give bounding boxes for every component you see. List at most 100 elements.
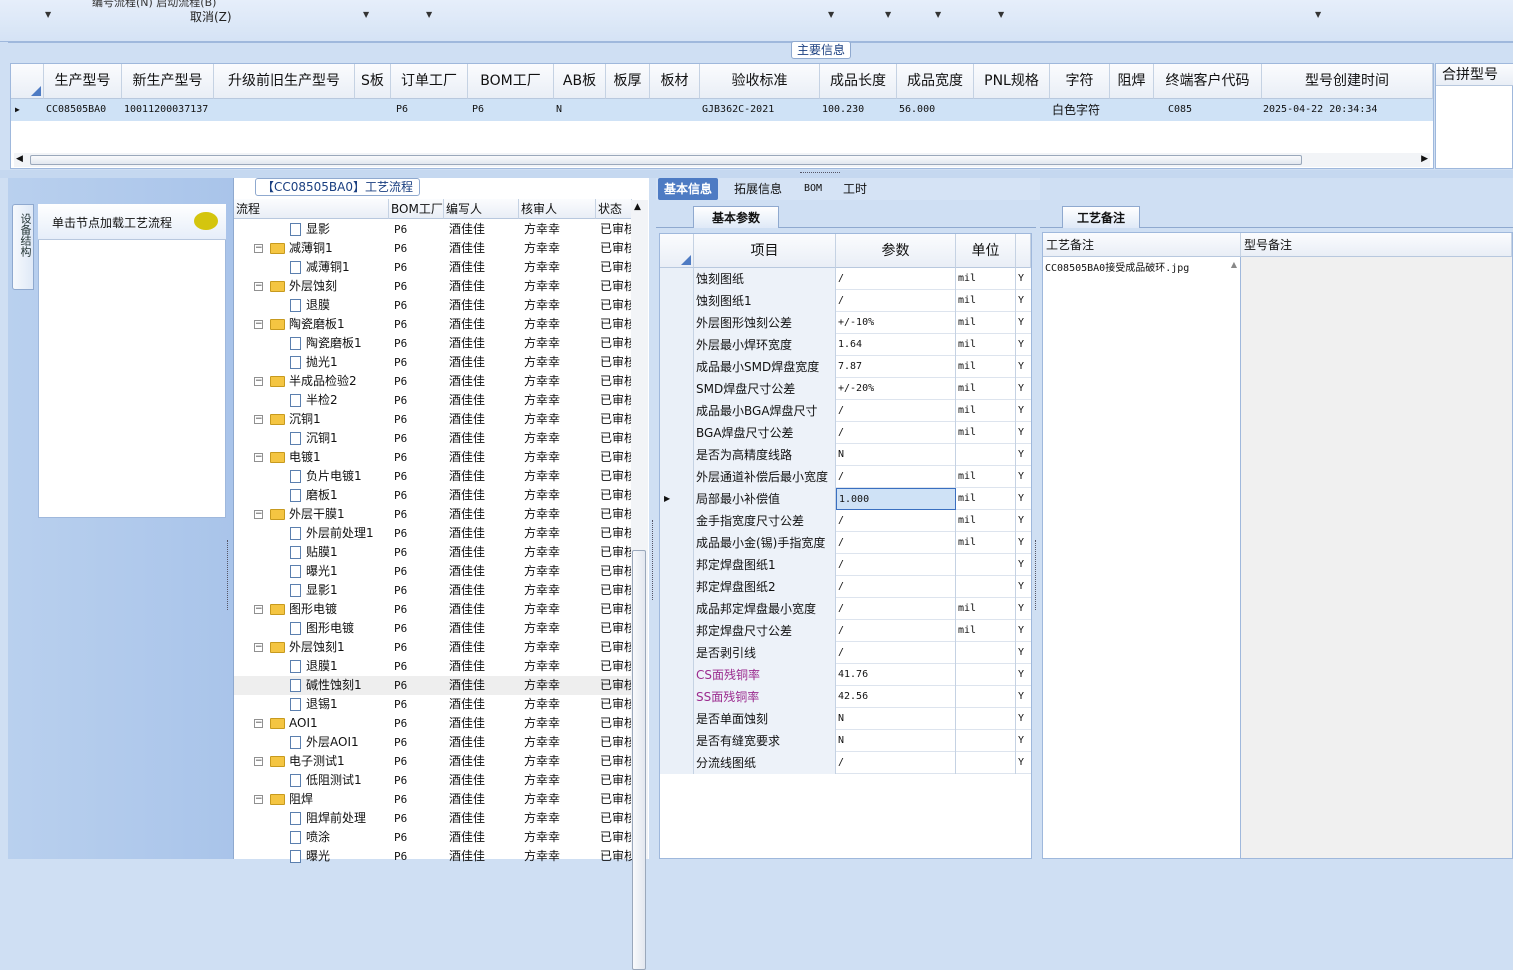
table-row[interactable]: − 沉铜1 P6 酒佳佳 方幸幸 已审核 [234,410,634,429]
col-header[interactable]: 型号创建时间 [1262,64,1433,99]
col-header[interactable]: 订单工厂 [391,64,468,99]
param-value[interactable]: / [836,598,956,620]
row-header[interactable] [660,510,694,532]
row-header[interactable] [660,598,694,620]
table-row[interactable]: 曝光1 P6 酒佳佳 方幸幸 已审核 [234,562,634,581]
table-row[interactable]: 是否有缝宽要求 N Y [660,730,1031,752]
table-row[interactable]: 陶瓷磨板1 P6 酒佳佳 方幸幸 已审核 [234,334,634,353]
collapse-icon[interactable]: − [254,244,263,253]
load-process-hint[interactable]: 单击节点加载工艺流程 [38,204,226,240]
param-value[interactable]: / [836,554,956,576]
grid-cell[interactable]: 56.000 [899,99,974,121]
param-value[interactable]: / [836,532,956,554]
chevron-down-icon[interactable]: ▼ [828,10,834,19]
grid-cell[interactable] [216,99,355,121]
param-value[interactable]: N [836,730,956,752]
table-row[interactable]: 抛光1 P6 酒佳佳 方幸幸 已审核 [234,353,634,372]
chevron-down-icon[interactable]: ▼ [998,10,1004,19]
collapse-icon[interactable]: − [254,377,263,386]
param-value[interactable]: / [836,400,956,422]
scroll-up-icon[interactable]: ▲ [634,202,641,212]
col-header[interactable]: 板材 [650,64,700,99]
scroll-up-icon[interactable]: ▲ [1231,260,1237,269]
remarks-grid[interactable]: 工艺备注 型号备注 CC08505BA0接受成品破环.jpg ▲ [1042,232,1513,859]
scroll-right-icon[interactable]: ▶ [1421,154,1428,164]
row-header[interactable] [660,356,694,378]
grid-cell[interactable] [1112,99,1154,121]
table-row[interactable]: 退膜 P6 酒佳佳 方幸幸 已审核 [234,296,634,315]
tab-process-remarks[interactable]: 工艺备注 [1062,206,1140,228]
row-header[interactable] [660,730,694,752]
col-header[interactable]: PNL规格 [974,64,1050,99]
splitter-grip-icon[interactable] [800,172,840,175]
tab-basic-params[interactable]: 基本参数 [693,206,779,228]
grid-cell[interactable]: P6 [472,99,554,121]
table-row[interactable]: − 电镀1 P6 酒佳佳 方幸幸 已审核 [234,448,634,467]
table-row[interactable]: SMD焊盘尺寸公差 +/-20% mil Y [660,378,1031,400]
splitter-grip-icon[interactable] [227,540,231,610]
table-row[interactable]: − AOI1 P6 酒佳佳 方幸幸 已审核 [234,714,634,733]
vertical-scrollbar[interactable]: ▲ [631,200,648,970]
col-header[interactable]: 新生产型号 [122,64,214,99]
table-row[interactable]: 显影1 P6 酒佳佳 方幸幸 已审核 [234,581,634,600]
row-header[interactable] [660,312,694,334]
table-row[interactable]: − 电子测试1 P6 酒佳佳 方幸幸 已审核 [234,752,634,771]
collapse-icon[interactable]: − [254,415,263,424]
table-row[interactable]: − 外层蚀刻1 P6 酒佳佳 方幸幸 已审核 [234,638,634,657]
param-value[interactable]: / [836,620,956,642]
table-row[interactable]: 外层最小焊环宽度 1.64 mil Y [660,334,1031,356]
grid-cell[interactable] [652,99,700,121]
row-header[interactable] [660,444,694,466]
table-row[interactable]: 外层AOI1 P6 酒佳佳 方幸幸 已审核 [234,733,634,752]
param-value[interactable]: / [836,752,956,774]
param-value[interactable]: / [836,510,956,532]
splitter-grip-icon[interactable] [1035,540,1039,610]
horizontal-splitter[interactable] [0,170,1513,178]
row-header[interactable] [660,576,694,598]
table-row[interactable]: SS面残铜率 42.56 Y [660,686,1031,708]
table-row[interactable]: − 半成品检验2 P6 酒佳佳 方幸幸 已审核 [234,372,634,391]
table-row[interactable]: 磨板1 P6 酒佳佳 方幸幸 已审核 [234,486,634,505]
table-row[interactable]: − 阻焊 P6 酒佳佳 方幸幸 已审核 [234,790,634,809]
table-row[interactable]: 阻焊前处理 P6 酒佳佳 方幸幸 已审核 [234,809,634,828]
row-header[interactable] [660,752,694,774]
table-row[interactable]: 是否剥引线 / Y [660,642,1031,664]
table-row[interactable]: 成品最小SMD焊盘宽度 7.87 mil Y [660,356,1031,378]
params-grid[interactable]: 项目 参数 单位 蚀刻图纸 / mil Y 蚀刻图纸1/mil Y 外层图形蚀刻公差 +/-1… [659,233,1032,859]
param-value[interactable]: 1.000 [836,488,956,510]
collapse-icon[interactable]: − [254,605,263,614]
row-header[interactable] [660,620,694,642]
collapse-icon[interactable]: − [254,719,263,728]
grid-cell[interactable]: 白色字符 [1052,99,1110,121]
col-header[interactable]: 成品宽度 [897,64,974,99]
table-row[interactable]: 是否单面蚀刻 N Y [660,708,1031,730]
table-row[interactable]: 碱性蚀刻1 P6 酒佳佳 方幸幸 已审核 [234,676,634,695]
row-header[interactable] [660,642,694,664]
collapse-icon[interactable]: − [254,643,263,652]
param-value[interactable]: / [836,466,956,488]
table-row[interactable]: − 图形电镀 P6 酒佳佳 方幸幸 已审核 [234,600,634,619]
merge-model-header[interactable]: 合拼型号 [1436,64,1513,86]
table-row[interactable]: 曝光 P6 酒佳佳 方幸幸 已审核 [234,847,634,866]
row-header[interactable] [660,400,694,422]
collapse-icon[interactable]: − [254,795,263,804]
param-value[interactable]: / [836,576,956,598]
col-header[interactable]: 项目 [694,234,836,268]
remark-textarea[interactable]: CC08505BA0接受成品破环.jpg ▲ [1043,257,1241,858]
row-header[interactable] [660,554,694,576]
table-row[interactable]: − 减薄铜1 P6 酒佳佳 方幸幸 已审核 [234,239,634,258]
table-row[interactable]: 外层图形蚀刻公差 +/-10% mil Y [660,312,1031,334]
row-header[interactable] [660,290,694,312]
collapse-icon[interactable]: − [254,282,263,291]
grid-cell[interactable]: N [556,99,606,121]
col-header[interactable]: 参数 [836,234,956,268]
process-flow-tab[interactable]: 【CC08505BA0】工艺流程 [255,178,421,196]
col-header[interactable]: 单位 [956,234,1016,268]
col-header[interactable]: 升级前旧生产型号 [214,64,355,99]
vertical-tab-device[interactable]: 设备结构 [12,204,34,290]
scroll-left-icon[interactable]: ◀ [16,154,23,164]
table-row[interactable]: 成品最小金(锡)手指宽度 / mil Y [660,532,1031,554]
table-row[interactable]: − 陶瓷磨板1 P6 酒佳佳 方幸幸 已审核 [234,315,634,334]
table-row[interactable]: 退锡1 P6 酒佳佳 方幸幸 已审核 [234,695,634,714]
col-header[interactable]: AB板 [554,64,606,99]
